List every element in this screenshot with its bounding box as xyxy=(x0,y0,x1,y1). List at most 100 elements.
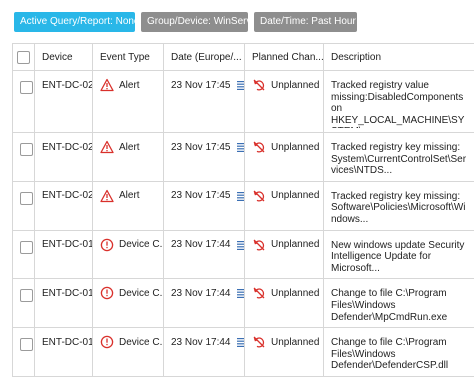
date-value: 23 Nov 17:44 xyxy=(171,288,231,299)
table-body: ENT-DC-02 Alert 23 Nov 17:45 xyxy=(13,71,474,377)
device-name: ENT-DC-01 xyxy=(42,239,93,250)
table-row[interactable]: ENT-DC-02 Alert 23 Nov 17:45 xyxy=(13,181,474,230)
column-header-date[interactable]: Date (Europe/... xyxy=(164,44,245,71)
planned-change-label: Unplanned xyxy=(271,337,319,348)
date-cell: 23 Nov 17:44 xyxy=(164,230,245,279)
device-name: ENT-DC-02 xyxy=(42,142,93,153)
alert-triangle-icon xyxy=(100,189,114,203)
description-text: Change to file C:\Program Files\Windows … xyxy=(331,286,468,323)
details-list-icon[interactable] xyxy=(236,190,245,202)
row-checkbox[interactable] xyxy=(20,338,33,351)
row-select-cell xyxy=(13,181,35,230)
date-cell: 23 Nov 17:45 xyxy=(164,181,245,230)
description-cell: Tracked registry key missing: System\Cur… xyxy=(324,133,474,182)
row-select-cell xyxy=(13,230,35,279)
info-circle-icon xyxy=(100,238,114,252)
planned-change-cell: Unplanned xyxy=(245,133,324,182)
description-text: Change to file C:\Program Files\Windows … xyxy=(331,335,468,372)
unplanned-icon xyxy=(252,189,266,203)
table-row[interactable]: ENT-DC-01 Device C... 23 Nov 17:44 xyxy=(13,230,474,279)
column-header-event-type[interactable]: Event Type xyxy=(93,44,164,71)
planned-change-cell: Unplanned xyxy=(245,71,324,133)
description-cell: Change to file C:\Program Files\Windows … xyxy=(324,328,474,377)
event-type-cell: Device C... xyxy=(93,279,164,328)
date-value: 23 Nov 17:45 xyxy=(171,142,231,153)
description-cell: Tracked registry key missing: Software\P… xyxy=(324,181,474,230)
date-value: 23 Nov 17:45 xyxy=(171,80,231,91)
column-header-device[interactable]: Device xyxy=(35,44,93,71)
table-row[interactable]: ENT-DC-02 Alert 23 Nov 17:45 xyxy=(13,133,474,182)
row-checkbox[interactable] xyxy=(20,192,33,205)
date-cell: 23 Nov 17:44 xyxy=(164,328,245,377)
details-list-icon[interactable] xyxy=(236,79,245,91)
unplanned-icon xyxy=(252,140,266,154)
description-cell: Change to file C:\Program Files\Windows … xyxy=(324,279,474,328)
device-cell: ENT-DC-02 xyxy=(35,181,93,230)
details-list-icon[interactable] xyxy=(236,141,245,153)
alert-triangle-icon xyxy=(100,140,114,154)
unplanned-icon xyxy=(252,238,266,252)
description-text: Tracked registry key missing: System\Cur… xyxy=(331,140,468,177)
column-header-planned-change[interactable]: Planned Chan... xyxy=(245,44,324,71)
event-type-cell: Device C... xyxy=(93,230,164,279)
select-all-checkbox[interactable] xyxy=(17,51,30,64)
planned-change-label: Unplanned xyxy=(271,80,319,91)
event-type-label: Alert xyxy=(119,80,140,91)
device-name: ENT-DC-01 xyxy=(42,337,93,348)
row-checkbox[interactable] xyxy=(20,81,33,94)
group-device-filter-chip[interactable]: Group/Device: WinServ xyxy=(141,12,248,32)
event-type-label: Device C... xyxy=(119,239,164,250)
date-cell: 23 Nov 17:45 xyxy=(164,133,245,182)
device-cell: ENT-DC-01 xyxy=(35,230,93,279)
info-circle-icon xyxy=(100,335,114,349)
row-checkbox[interactable] xyxy=(20,241,33,254)
alert-triangle-icon xyxy=(100,78,114,92)
description-text: New windows update Security Intelligence… xyxy=(331,238,468,275)
date-cell: 23 Nov 17:45 xyxy=(164,71,245,133)
row-select-cell xyxy=(13,328,35,377)
device-name: ENT-DC-02 xyxy=(42,80,93,91)
event-type-label: Device C... xyxy=(119,288,164,299)
event-type-cell: Device C... xyxy=(93,328,164,377)
device-name: ENT-DC-02 xyxy=(42,190,93,201)
events-table: Device Event Type Date (Europe/... Plann… xyxy=(12,43,474,377)
device-cell: ENT-DC-01 xyxy=(35,328,93,377)
planned-change-cell: Unplanned xyxy=(245,181,324,230)
device-cell: ENT-DC-01 xyxy=(35,279,93,328)
table-row[interactable]: ENT-DC-01 Device C... 23 Nov 17:44 xyxy=(13,328,474,377)
date-value: 23 Nov 17:45 xyxy=(171,190,231,201)
active-query-filter-chip[interactable]: Active Query/Report: None xyxy=(14,12,135,32)
table-row[interactable]: ENT-DC-01 Device C... 23 Nov 17:44 xyxy=(13,279,474,328)
planned-change-label: Unplanned xyxy=(271,142,319,153)
row-select-cell xyxy=(13,71,35,133)
planned-change-cell: Unplanned xyxy=(245,328,324,377)
filter-bar: Active Query/Report: None Group/Device: … xyxy=(14,12,357,32)
unplanned-icon xyxy=(252,78,266,92)
event-type-label: Alert xyxy=(119,190,140,201)
date-value: 23 Nov 17:44 xyxy=(171,239,231,250)
row-select-cell xyxy=(13,279,35,328)
details-list-icon[interactable] xyxy=(236,287,245,299)
date-time-filter-chip[interactable]: Date/Time: Past Hour xyxy=(254,12,357,32)
description-cell: New windows update Security Intelligence… xyxy=(324,230,474,279)
row-checkbox[interactable] xyxy=(20,289,33,302)
event-type-label: Alert xyxy=(119,142,140,153)
planned-change-label: Unplanned xyxy=(271,190,319,201)
table-header-row: Device Event Type Date (Europe/... Plann… xyxy=(13,44,474,71)
description-text: Tracked registry value missing:DisabledC… xyxy=(331,78,468,128)
device-cell: ENT-DC-02 xyxy=(35,71,93,133)
device-cell: ENT-DC-02 xyxy=(35,133,93,182)
column-header-description[interactable]: Description xyxy=(324,44,474,71)
details-list-icon[interactable] xyxy=(236,336,245,348)
planned-change-label: Unplanned xyxy=(271,288,319,299)
table-row[interactable]: ENT-DC-02 Alert 23 Nov 17:45 xyxy=(13,71,474,133)
event-type-cell: Alert xyxy=(93,181,164,230)
date-value: 23 Nov 17:44 xyxy=(171,337,231,348)
device-name: ENT-DC-01 xyxy=(42,288,93,299)
row-checkbox[interactable] xyxy=(20,143,33,156)
event-type-cell: Alert xyxy=(93,71,164,133)
select-all-header xyxy=(13,44,35,71)
details-list-icon[interactable] xyxy=(236,239,245,251)
unplanned-icon xyxy=(252,335,266,349)
description-cell: Tracked registry value missing:DisabledC… xyxy=(324,71,474,133)
